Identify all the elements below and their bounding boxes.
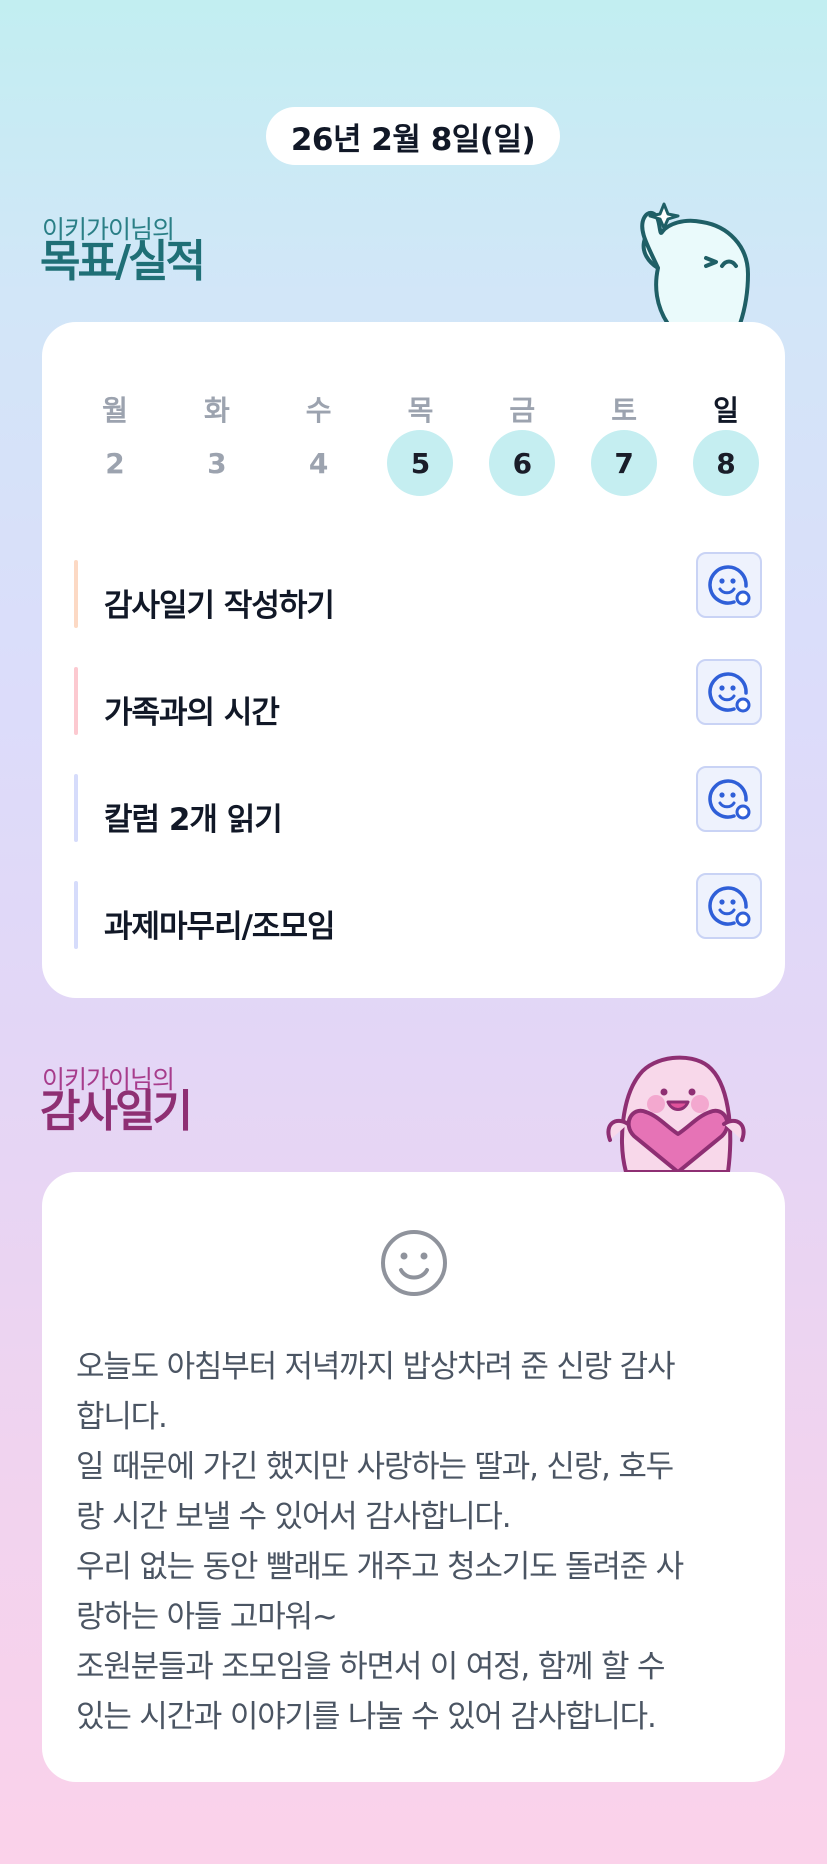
diary-line: 합니다.: [76, 1399, 168, 1435]
goal-label: 과제마무리/조모임: [104, 909, 335, 945]
goals-section-title: 목표/실적: [40, 236, 206, 287]
goal-item[interactable]: 감사일기 작성하기: [74, 540, 762, 647]
date-cell[interactable]: 3: [184, 430, 250, 496]
smiley-icon[interactable]: [379, 1228, 449, 1298]
goal-list: 감사일기 작성하기 가족과의 시간 칼럼 2개 읽기 과제마무리/조모임: [74, 540, 762, 968]
goal-label: 칼럼 2개 읽기: [104, 802, 283, 838]
diary-text: 오늘도 아침부터 저녁까지 밥상차려 준 신랑 감사 합니다. 일 때문에 가긴…: [76, 1342, 756, 1742]
date-cell-today[interactable]: 8: [692, 430, 759, 496]
smile-edit-icon: [708, 565, 751, 606]
goal-record-button[interactable]: [696, 552, 762, 618]
goal-label: 감사일기 작성하기: [104, 588, 335, 624]
diary-line: 랑하는 아들 고마워~: [76, 1599, 338, 1635]
date-cell-completed[interactable]: 5: [387, 430, 454, 496]
date-cell-completed[interactable]: 7: [591, 430, 658, 496]
goal-item[interactable]: 과제마무리/조모임: [74, 861, 762, 968]
goal-color-bar: [74, 881, 78, 949]
goal-color-bar: [74, 667, 78, 735]
heart-mascot-icon: [606, 1055, 746, 1172]
goal-label: 가족과의 시간: [104, 695, 280, 731]
diary-line: 오늘도 아침부터 저녁까지 밥상차려 준 신랑 감사: [76, 1349, 676, 1385]
goal-record-button[interactable]: [696, 873, 762, 939]
goal-item[interactable]: 가족과의 시간: [74, 647, 762, 754]
smile-edit-icon: [708, 779, 751, 820]
date-cell[interactable]: 2: [82, 430, 148, 496]
date-cell-completed[interactable]: 6: [489, 430, 556, 496]
date-cell[interactable]: 4: [286, 430, 352, 496]
diary-line: 우리 없는 동안 빨래도 개주고 청소기도 돌려준 사: [76, 1549, 684, 1585]
diary-line: 일 때문에 가긴 했지만 사랑하는 딸과, 신랑, 호두: [76, 1449, 674, 1485]
goal-record-button[interactable]: [696, 766, 762, 832]
date-row: 2 3 4 5 6 7 8: [42, 430, 785, 496]
date-label[interactable]: 26년 2월 8일(일): [266, 107, 560, 165]
smile-edit-icon: [708, 886, 751, 927]
waving-mascot-icon: [640, 202, 750, 324]
goal-item[interactable]: 칼럼 2개 읽기: [74, 754, 762, 861]
diary-line: 조원분들과 조모임을 하면서 이 여정, 함께 할 수: [76, 1649, 666, 1685]
diary-line: 랑 시간 보낼 수 있어서 감사합니다.: [76, 1499, 512, 1535]
smile-edit-icon: [708, 672, 751, 713]
diary-line: 있는 시간과 이야기를 나눌 수 있어 감사합니다.: [76, 1699, 657, 1735]
goals-card: 월 화 수 목 금 토 일 2 3 4 5 6 7 8 감사일기 작성하기 가족…: [42, 322, 785, 998]
diary-card: 오늘도 아침부터 저녁까지 밥상차려 준 신랑 감사 합니다. 일 때문에 가긴…: [42, 1172, 785, 1782]
goal-record-button[interactable]: [696, 659, 762, 725]
goal-color-bar: [74, 560, 78, 628]
goal-color-bar: [74, 774, 78, 842]
diary-section-title: 감사일기: [40, 1086, 193, 1137]
